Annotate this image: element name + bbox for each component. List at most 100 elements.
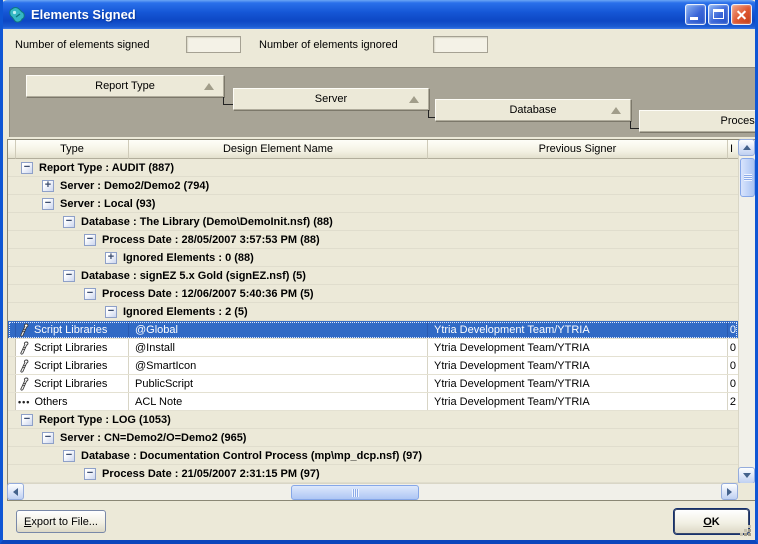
export-button-label: Export to File...	[24, 516, 98, 528]
row-gutter	[8, 339, 16, 356]
expand-toggle[interactable]: −	[84, 234, 96, 246]
column-header-row: Type Design Element Name Previous Signer…	[8, 140, 738, 159]
grid-rows: −Report Type : AUDIT (887) + Server : Demo…	[8, 159, 738, 483]
column-header-previous-signer[interactable]: Previous Signer	[428, 140, 728, 159]
sort-asc-icon	[409, 96, 419, 103]
column-header-partial[interactable]: I	[728, 140, 738, 159]
vertical-scrollbar[interactable]	[738, 140, 755, 483]
count-cell: 2	[728, 393, 738, 410]
groupby-button-database[interactable]: Database	[435, 99, 631, 121]
scroll-left-button[interactable]	[7, 483, 24, 500]
group-row[interactable]: −Process Date : 28/05/2007 3:57:53 PM (8…	[8, 231, 738, 249]
table-row[interactable]: Script Libraries @InstallYtria Developmen…	[8, 339, 738, 357]
previous-signer-cell: Ytria Development Team/YTRIA	[428, 393, 728, 410]
signed-count-field[interactable]	[186, 36, 241, 53]
group-row[interactable]: −Report Type : AUDIT (887)	[8, 159, 738, 177]
type-label: Script Libraries	[34, 360, 107, 372]
script-library-icon	[18, 359, 31, 373]
group-label: Server : Demo2/Demo2 (794)	[60, 180, 209, 192]
maximize-button[interactable]	[708, 4, 729, 25]
group-label: Server : Local (93)	[60, 198, 155, 210]
expand-toggle[interactable]: −	[84, 468, 96, 480]
row-gutter	[8, 393, 16, 410]
previous-signer-cell: Ytria Development Team/YTRIA	[428, 321, 728, 338]
table-row[interactable]: Script Libraries@GlobalYtria Development…	[8, 321, 738, 339]
vertical-scroll-thumb[interactable]	[740, 158, 755, 197]
type-cell: •••Others	[16, 393, 129, 410]
expand-toggle[interactable]: −	[42, 432, 54, 444]
design-element-name-cell: PublicScript	[129, 375, 428, 392]
horizontal-scroll-thumb[interactable]	[291, 485, 419, 500]
app-icon	[8, 6, 26, 24]
design-element-name-cell: @SmartIcon	[129, 357, 428, 374]
group-row[interactable]: −Ignored Elements : 2 (5)	[8, 303, 738, 321]
group-label: Report Type : LOG (1053)	[39, 414, 171, 426]
expand-toggle[interactable]: −	[21, 162, 33, 174]
group-row[interactable]: −Server : Local (93)	[8, 195, 738, 213]
group-label: Process Date : 21/05/2007 2:31:15 PM (97…	[102, 468, 320, 480]
minimize-button[interactable]	[685, 4, 706, 25]
horizontal-scrollbar[interactable]	[8, 483, 738, 500]
groupby-label: Server	[315, 93, 347, 105]
table-row[interactable]: •••OthersACL NoteYtria Development Team/…	[8, 393, 738, 411]
expand-toggle[interactable]: −	[84, 288, 96, 300]
design-element-name-cell: @Install	[129, 339, 428, 356]
script-library-icon	[18, 377, 31, 391]
type-cell: Script Libraries	[16, 357, 129, 374]
group-label: Server : CN=Demo2/O=Demo2 (965)	[60, 432, 246, 444]
group-row[interactable]: −Process Date : 12/06/2007 5:40:36 PM (5…	[8, 285, 738, 303]
expand-toggle[interactable]: −	[63, 270, 75, 282]
column-header-type[interactable]: Type	[16, 140, 129, 159]
scroll-up-button[interactable]	[738, 139, 755, 156]
column-header-design-element-name[interactable]: Design Element Name	[129, 140, 428, 159]
groupby-button-process-date[interactable]: Process Date	[639, 110, 755, 132]
sort-asc-icon	[611, 107, 621, 114]
resize-grip[interactable]	[738, 523, 752, 537]
group-row[interactable]: −Process Date : 21/05/2007 2:31:15 PM (9…	[8, 465, 738, 483]
previous-signer-cell: Ytria Development Team/YTRIA	[428, 339, 728, 356]
group-row[interactable]: −Database : The Library (Demo\DemoInit.n…	[8, 213, 738, 231]
type-label: Script Libraries	[34, 342, 107, 354]
group-row[interactable]: −Server : CN=Demo2/O=Demo2 (965)	[8, 429, 738, 447]
group-row[interactable]: −Database : signEZ 5.x Gold (signEZ.nsf)…	[8, 267, 738, 285]
scroll-right-button[interactable]	[721, 483, 738, 500]
group-row[interactable]: −Report Type : LOG (1053)	[8, 411, 738, 429]
scroll-right-icon	[727, 488, 732, 496]
close-button[interactable]	[731, 4, 752, 25]
row-gutter	[8, 375, 16, 392]
count-cell: 0	[728, 375, 738, 392]
sort-asc-icon	[204, 83, 214, 90]
group-connector	[223, 97, 233, 105]
group-label: Ignored Elements : 2 (5)	[123, 306, 248, 318]
expand-toggle[interactable]: −	[21, 414, 33, 426]
group-label: Process Date : 12/06/2007 5:40:36 PM (5)	[102, 288, 314, 300]
group-row[interactable]: + Server : Demo2/Demo2 (794)	[8, 177, 738, 195]
expand-toggle[interactable]: +	[42, 180, 54, 192]
ignored-count-field[interactable]	[433, 36, 488, 53]
expand-toggle[interactable]: −	[42, 198, 54, 210]
table-row[interactable]: Script Libraries@SmartIconYtria Developm…	[8, 357, 738, 375]
groupby-button-server[interactable]: Server	[233, 88, 429, 110]
expand-toggle[interactable]: +	[105, 252, 117, 264]
expand-toggle[interactable]: −	[63, 450, 75, 462]
table-row[interactable]: Script LibrariesPublicScriptYtria Develo…	[8, 375, 738, 393]
export-to-file-button[interactable]: Export to File...	[16, 510, 106, 533]
expand-toggle[interactable]: −	[63, 216, 75, 228]
groupby-button-report-type[interactable]: Report Type	[26, 75, 224, 97]
title-bar[interactable]: Elements Signed	[0, 0, 758, 29]
maximize-icon	[713, 9, 724, 19]
group-label: Database : The Library (Demo\DemoInit.ns…	[81, 216, 333, 228]
row-gutter	[8, 321, 16, 338]
group-row[interactable]: −Database : Documentation Control Proces…	[8, 447, 738, 465]
group-label: Database : signEZ 5.x Gold (signEZ.nsf) …	[81, 270, 306, 282]
group-label: Ignored Elements : 0 (88)	[123, 252, 254, 264]
scroll-down-button[interactable]	[738, 467, 755, 484]
previous-signer-cell: Ytria Development Team/YTRIA	[428, 375, 728, 392]
design-element-name-cell: @Global	[129, 321, 428, 338]
others-icon: •••	[18, 397, 30, 407]
expand-toggle[interactable]: −	[105, 306, 117, 318]
groupby-label: Database	[509, 104, 556, 116]
groupby-label: Process Date	[720, 115, 755, 127]
count-cell: 0	[728, 339, 738, 356]
group-row[interactable]: + Ignored Elements : 0 (88)	[8, 249, 738, 267]
